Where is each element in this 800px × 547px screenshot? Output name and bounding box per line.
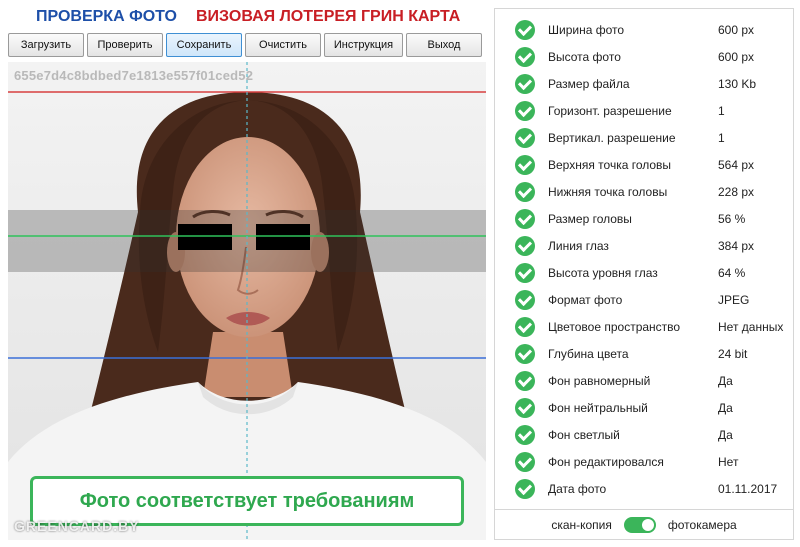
param-value: Нет данных	[718, 319, 784, 334]
clear-button[interactable]: Очистить	[245, 33, 321, 57]
toggle-knob	[641, 518, 654, 531]
param-row: Формат фото JPEG	[495, 286, 793, 313]
param-label: Размер головы	[548, 211, 632, 226]
param-row: Вертикал. разрешение 1	[495, 124, 793, 151]
param-label: Фон редактировался	[548, 454, 664, 469]
param-value: Да	[718, 400, 733, 415]
check-icon	[515, 317, 535, 337]
param-row: Дата фото 01.11.2017	[495, 475, 793, 502]
photo-preview: 655e7d4c8bdbed7e1813e557f01ced52 Фото со…	[8, 62, 486, 540]
param-label: Нижняя точка головы	[548, 184, 668, 199]
param-label: Размер файла	[548, 76, 630, 91]
mode-camera-label[interactable]: фотокамера	[668, 518, 737, 532]
param-value: 56 %	[718, 211, 746, 226]
toolbar: Загрузить Проверить Сохранить Очистить И…	[8, 33, 486, 57]
check-icon	[515, 74, 535, 94]
param-value: 01.11.2017	[718, 481, 778, 496]
photo-hash: 655e7d4c8bdbed7e1813e557f01ced52	[14, 68, 254, 83]
param-label: Ширина фото	[548, 22, 625, 37]
param-label: Фон светлый	[548, 427, 620, 442]
check-icon	[515, 101, 535, 121]
param-row: Линия глаз 384 px	[495, 232, 793, 259]
param-value: JPEG	[718, 292, 750, 307]
param-row: Фон редактировался Нет	[495, 448, 793, 475]
check-icon	[515, 263, 535, 283]
param-row: Размер файла 130 Kb	[495, 70, 793, 97]
param-label: Верхняя точка головы	[548, 157, 672, 172]
mode-scan-label[interactable]: скан-копия	[551, 518, 612, 532]
watermark-logo: GREENCARD.BY	[14, 518, 140, 534]
check-icon	[515, 371, 535, 391]
param-label: Глубина цвета	[548, 346, 629, 361]
param-value: 24 bit	[718, 346, 748, 361]
param-value: 600 px	[718, 22, 755, 37]
param-label: Линия глаз	[548, 238, 609, 253]
param-value: 1	[718, 103, 725, 118]
check-button[interactable]: Проверить	[87, 33, 163, 57]
param-value: 130 Kb	[718, 76, 757, 91]
check-icon	[515, 182, 535, 202]
param-label: Формат фото	[548, 292, 623, 307]
check-icon	[515, 425, 535, 445]
param-label: Цветовое пространство	[548, 319, 681, 334]
param-value: Да	[718, 373, 733, 388]
check-icon	[515, 398, 535, 418]
param-row: Горизонт. разрешение 1	[495, 97, 793, 124]
param-row: Высота уровня глаз 64 %	[495, 259, 793, 286]
param-row: Высота фото 600 px	[495, 43, 793, 70]
capture-mode-bar: скан-копия фотокамера	[495, 509, 793, 539]
check-icon	[515, 20, 535, 40]
param-row: Глубина цвета 24 bit	[495, 340, 793, 367]
param-row: Ширина фото 600 px	[495, 16, 793, 43]
param-value: Да	[718, 427, 733, 442]
save-button[interactable]: Сохранить	[166, 33, 242, 57]
param-label: Высота фото	[548, 49, 621, 64]
param-label: Фон нейтральный	[548, 400, 648, 415]
param-label: Высота уровня глаз	[548, 265, 658, 280]
param-row: Фон нейтральный Да	[495, 394, 793, 421]
check-icon	[515, 344, 535, 364]
exit-button[interactable]: Выход	[406, 33, 482, 57]
check-icon	[515, 128, 535, 148]
param-value: 384 px	[718, 238, 755, 253]
param-value: 1	[718, 130, 725, 145]
check-icon	[515, 290, 535, 310]
check-icon	[515, 452, 535, 472]
param-row: Цветовое пространство Нет данных	[495, 313, 793, 340]
app-title: ПРОВЕРКА ФОТО	[36, 8, 177, 25]
check-icon	[515, 236, 535, 256]
check-icon	[515, 155, 535, 175]
param-label: Фон равномерный	[548, 373, 651, 388]
param-row: Фон светлый Да	[495, 421, 793, 448]
param-value: Нет	[718, 454, 739, 469]
status-text: Фото соответствует требованиям	[79, 489, 415, 512]
upload-button[interactable]: Загрузить	[8, 33, 84, 57]
param-label: Горизонт. разрешение	[548, 103, 672, 118]
param-row: Нижняя точка головы 228 px	[495, 178, 793, 205]
param-value: 228 px	[718, 184, 755, 199]
param-value: 600 px	[718, 49, 755, 64]
instructions-button[interactable]: Инструкция	[324, 33, 403, 57]
param-row: Размер головы 56 %	[495, 205, 793, 232]
param-label: Вертикал. разрешение	[548, 130, 676, 145]
parameters-panel: Ширина фото 600 px Высота фото 600 px Разм…	[494, 8, 794, 540]
param-value: 64 %	[718, 265, 746, 280]
param-label: Дата фото	[548, 481, 607, 496]
check-icon	[515, 209, 535, 229]
portrait-image	[8, 62, 486, 540]
capture-mode-toggle[interactable]	[623, 516, 656, 533]
parameter-list: Ширина фото 600 px Высота фото 600 px Разм…	[495, 16, 793, 502]
param-value: 564 px	[718, 157, 755, 172]
check-icon	[515, 479, 535, 499]
param-row: Фон равномерный Да	[495, 367, 793, 394]
param-row: Верхняя точка головы 564 px	[495, 151, 793, 178]
app-subtitle: ВИЗОВАЯ ЛОТЕРЕЯ ГРИН КАРТА	[196, 8, 461, 25]
check-icon	[515, 47, 535, 67]
